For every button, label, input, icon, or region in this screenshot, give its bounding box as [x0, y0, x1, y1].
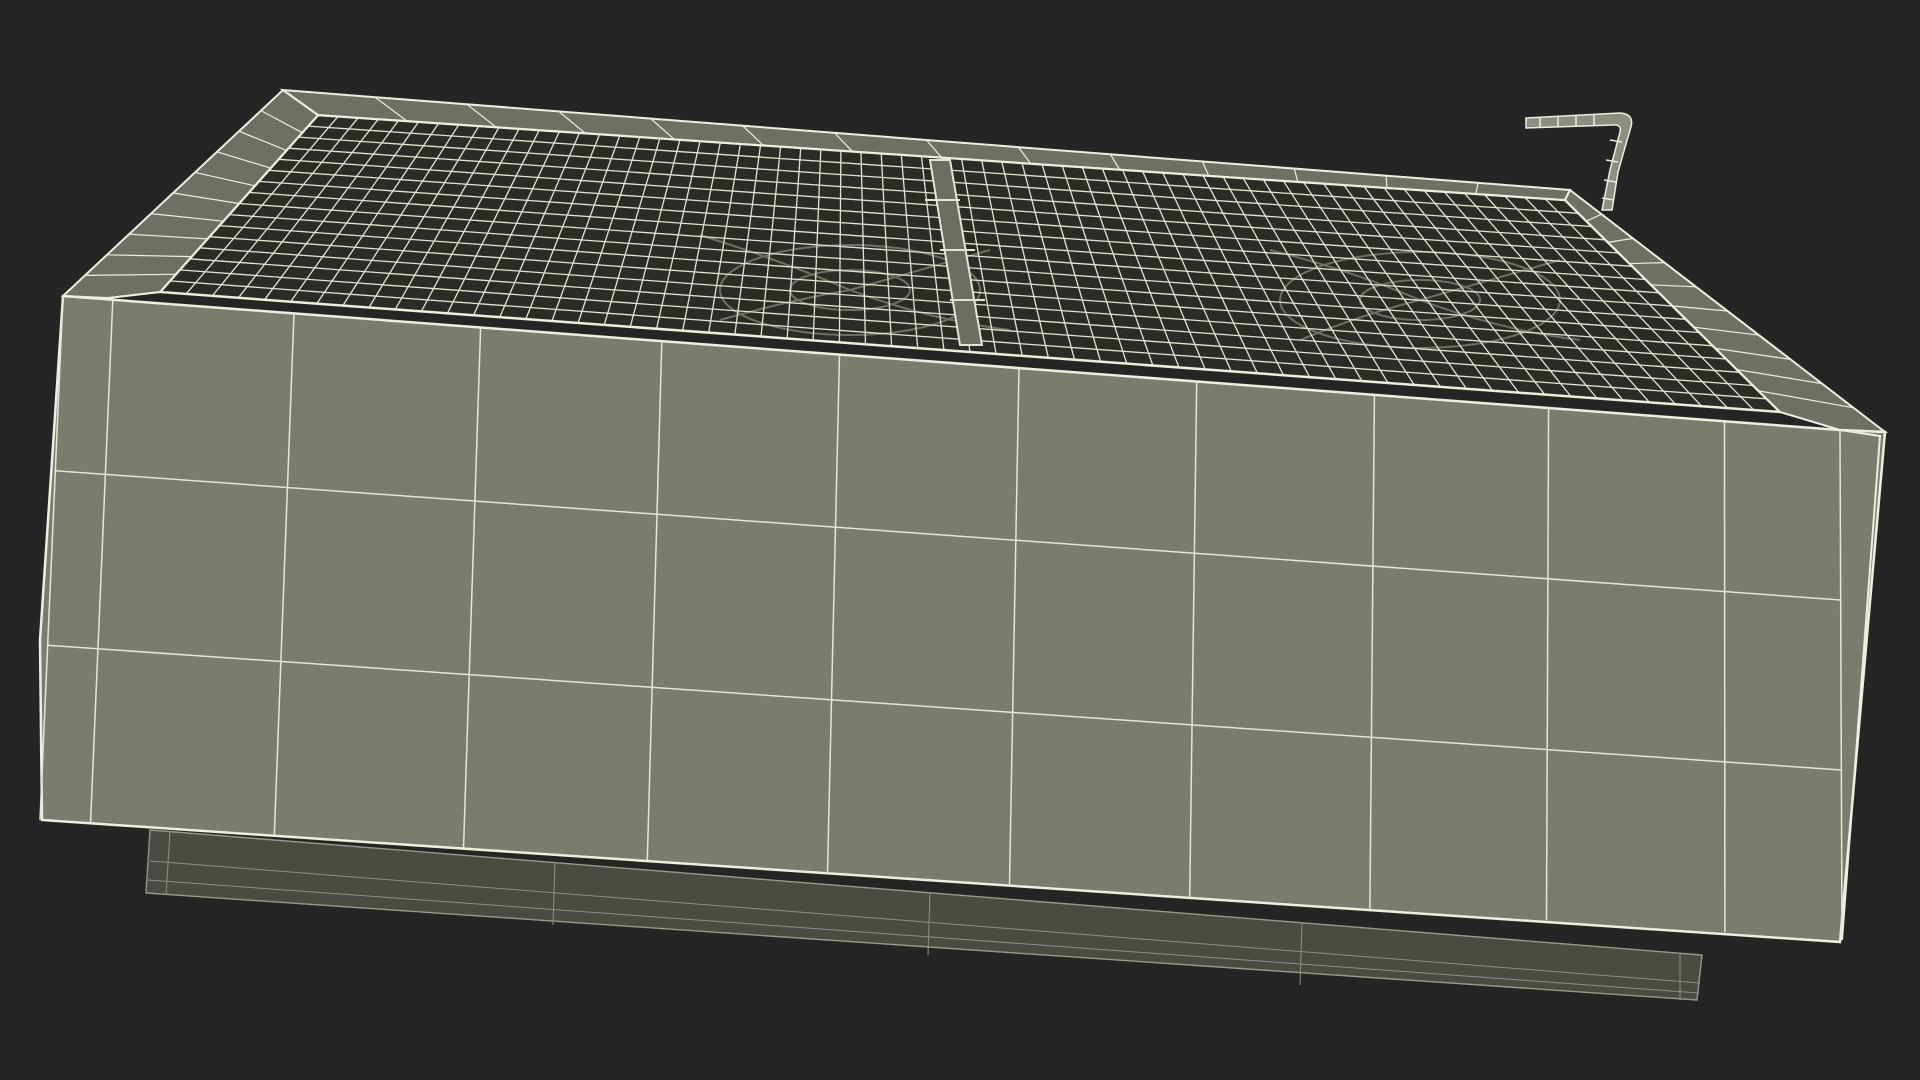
- rim-wire: [1385, 175, 1388, 188]
- wireframe-model-render: [38, 88, 1889, 1001]
- render-viewport: [0, 0, 1920, 1080]
